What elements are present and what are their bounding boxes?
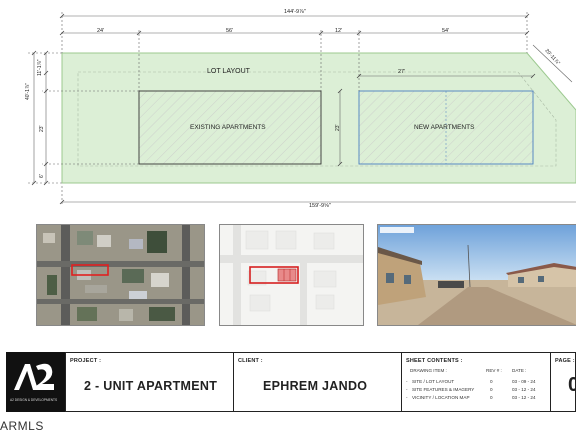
- divider-4: [550, 352, 551, 412]
- sheet-row-3-item: VICINITY / LOCATION MAP: [412, 395, 470, 400]
- divider-2: [233, 352, 234, 412]
- sheet-row-2-rev: 0: [490, 387, 493, 392]
- sheet-row-3-bullet: -: [406, 395, 408, 400]
- logo-panel: A2 DESIGN & DEVELOPMENTS: [6, 352, 65, 412]
- rev-column: REV # :: [486, 368, 502, 373]
- project-heading: PROJECT :: [70, 358, 102, 364]
- site-drawing: [28, 12, 576, 206]
- sheet-contents-heading: SHEET CONTENTS :: [406, 358, 463, 364]
- sheet-row-1-item: SITE / LOT LAYOUT: [412, 379, 455, 384]
- sheet-row-2-bullet: -: [406, 387, 408, 392]
- sheet-row-1-rev: 0: [490, 379, 493, 384]
- existing-apartments-label: EXISTING APARTMENTS: [190, 124, 266, 131]
- new-apartments-label: NEW APARTMENTS: [414, 124, 475, 131]
- project-name: 2 - UNIT APARTMENT: [84, 379, 218, 393]
- vicinity-map-thumbnail: [219, 224, 364, 326]
- page-heading: PAGE :: [555, 358, 575, 364]
- client-heading: CLIENT :: [238, 358, 263, 364]
- left-upper-dimension: 11'-1⅞": [37, 59, 43, 76]
- building-height-dimension: 23': [335, 124, 341, 131]
- left-low-dimension: 6': [39, 174, 45, 178]
- divider-1: [65, 352, 66, 412]
- date-column: DATE :: [512, 368, 527, 373]
- client-name: EPHREM JANDO: [263, 379, 368, 393]
- satellite-thumbnail: [36, 224, 205, 326]
- sheet-row-2-item: SITE FEATURES & IMAGERY: [412, 387, 475, 392]
- seg2-dimension: 56': [226, 28, 234, 34]
- seg1-dimension: 24': [97, 28, 105, 34]
- street-view-thumbnail: [377, 224, 576, 326]
- drawing-item-column: DRAWING ITEM :: [410, 368, 447, 373]
- left-mid-dimension: 23': [39, 125, 45, 132]
- building-width-dimension: 27': [398, 69, 406, 75]
- sheet-row-1-date: 03 - 09 - 24: [512, 379, 536, 384]
- sheet-row-2-date: 03 - 12 - 24: [512, 387, 536, 392]
- sheet-row-1-bullet: -: [406, 379, 408, 384]
- watermark: ARMLS: [0, 419, 44, 433]
- left-total-dimension: 40'-1⅞": [25, 83, 31, 100]
- sheet-row-3-rev: 0: [490, 395, 493, 400]
- company-logo: [14, 363, 54, 390]
- sheet-row-3-date: 03 - 12 - 24: [512, 395, 536, 400]
- overall-top-dimension: 144'-9⅞": [284, 9, 306, 15]
- logo-caption: A2 DESIGN & DEVELOPMENTS: [10, 398, 58, 402]
- seg4-dimension: 54': [442, 28, 450, 34]
- lot-layout-label: LOT LAYOUT: [207, 68, 250, 75]
- divider-3: [401, 352, 402, 412]
- seg3-dimension: 12': [335, 28, 343, 34]
- overall-bottom-dimension: 159'-9⅝": [309, 203, 331, 209]
- page-number: 0: [568, 374, 576, 396]
